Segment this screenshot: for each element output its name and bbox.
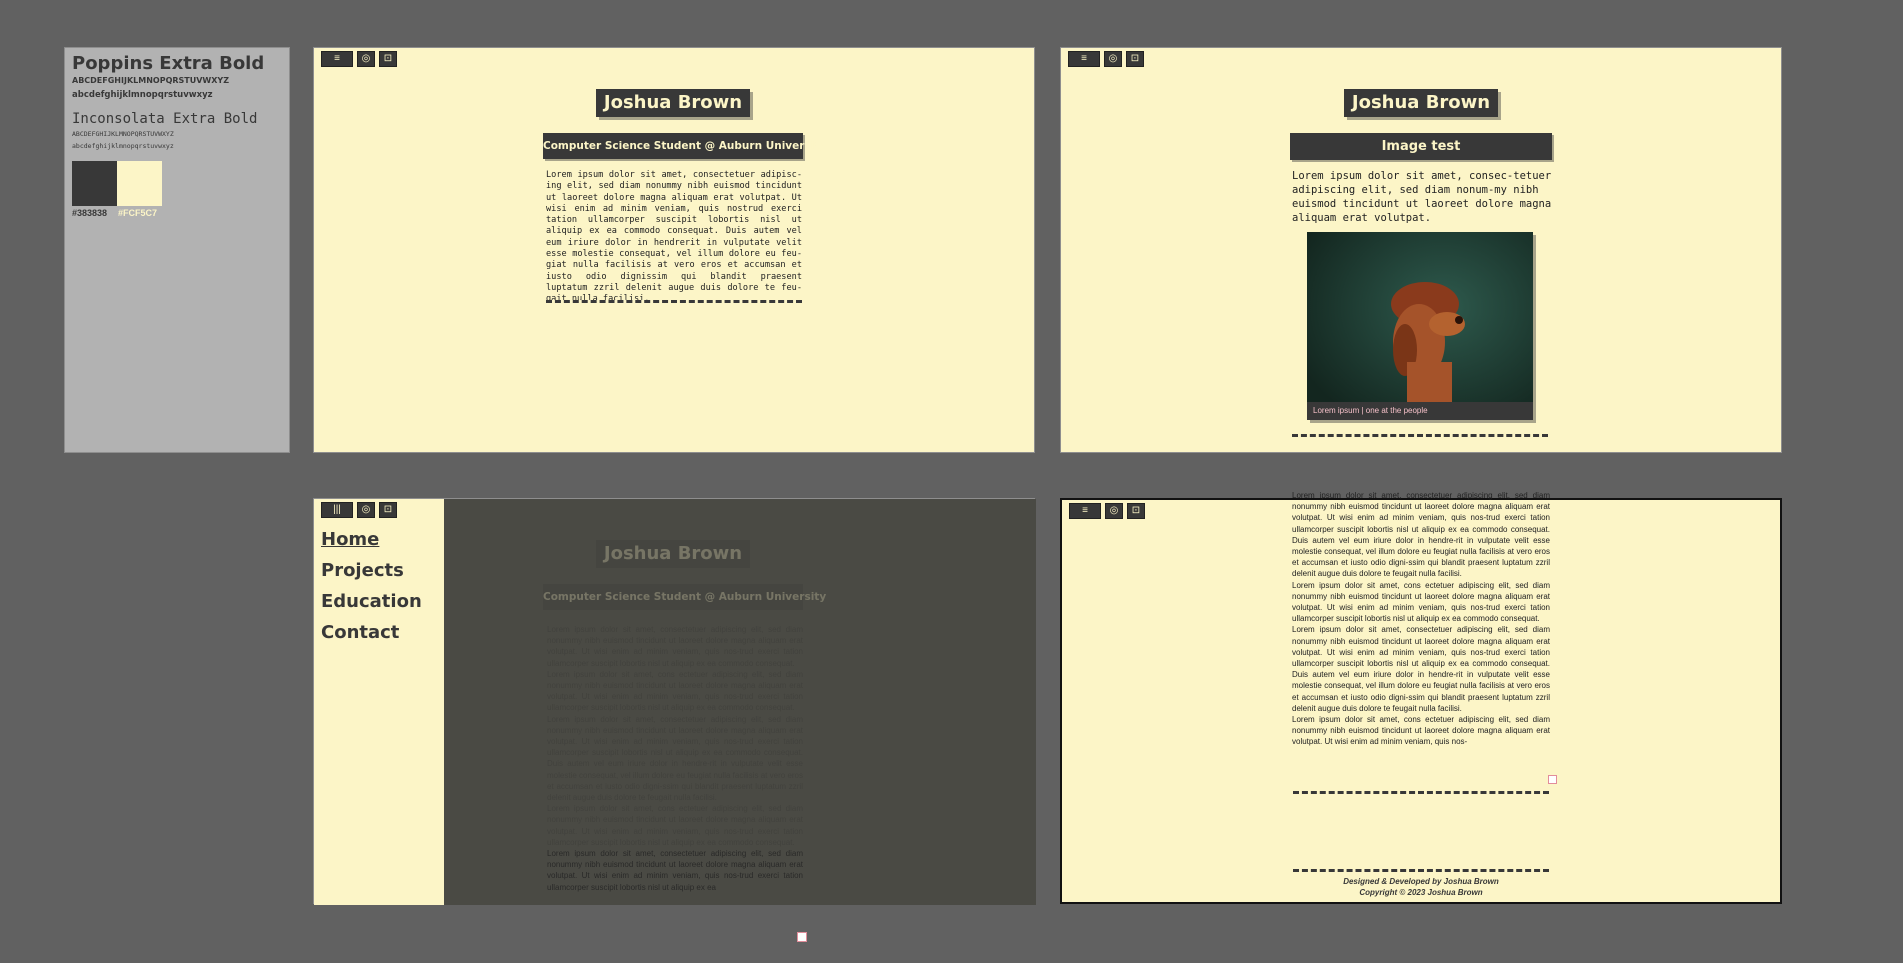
name-heading: Joshua Brown <box>596 89 750 117</box>
footer-copyright: Copyright © 2023 Joshua Brown <box>1359 888 1483 897</box>
body-text: Lorem ipsum dolor sit amet, consectetuer… <box>1292 490 1550 748</box>
overflow-text: Lorem ipsum dolor sit amet, consectetuer… <box>547 624 803 936</box>
target-icon[interactable]: ◎ <box>1104 51 1122 67</box>
subtitle-banner: Computer Science Student @ Auburn Univer… <box>543 133 826 159</box>
dog-image: Lorem ipsum | one at the people <box>1307 232 1533 420</box>
body-text: Lorem ipsum dolor sit amet, consectetuer… <box>546 170 802 300</box>
font2-name: Inconsolata Extra Bold <box>72 111 258 127</box>
menu-icon[interactable]: ≡ <box>321 51 353 67</box>
overflow-marker <box>1548 775 1557 784</box>
subtitle-banner: Computer Science Student @ Auburn Univer… <box>543 584 826 610</box>
para: Lorem ipsum dolor sit amet, cons ectetue… <box>1292 715 1550 747</box>
nav-drawer: ||| ◎ ⊡ Home Projects Education Contact <box>314 499 444 905</box>
color-label-cream: #FCF5C7 <box>118 208 158 218</box>
font1-upper: ABCDEFGHIJKLMNOPQRSTUVWXYZ <box>72 76 230 85</box>
font2-upper: ABCDEFGHIJKLMNOPQRSTUVWXYZ <box>72 130 174 138</box>
para: Lorem ipsum dolor sit amet, consectetuer… <box>1292 625 1550 713</box>
para: Lorem ipsum dolor sit amet, consectetuer… <box>547 714 803 803</box>
target-icon[interactable]: ◎ <box>357 502 375 518</box>
frame-image-test: ≡ ◎ ⊡ Joshua Brown Image test Lorem ipsu… <box>1060 47 1782 453</box>
color-label-dark: #383838 <box>72 208 108 218</box>
font2-lower: abcdefghijklmnopqrstuvwxyz <box>72 142 174 150</box>
menu-icon[interactable]: ≡ <box>1068 51 1100 67</box>
divider <box>546 300 802 303</box>
frame-home-desktop: ≡ ◎ ⊡ Joshua Brown Computer Science Stud… <box>313 47 1035 453</box>
font1-name: Poppins Extra Bold <box>72 53 265 74</box>
para-visible: Lorem ipsum dolor sit amet, consectetuer… <box>547 849 803 892</box>
frame-toolbar: ≡ ◎ ⊡ <box>1068 51 1144 67</box>
frame-toolbar: ≡ ◎ ⊡ <box>1069 503 1145 519</box>
target-icon[interactable]: ◎ <box>357 51 375 67</box>
name-heading: Joshua Brown <box>596 540 750 568</box>
download-icon[interactable]: ⊡ <box>379 51 397 67</box>
font1-lower: abcdefghijklmnopqrstuvwxyz <box>72 90 213 100</box>
divider <box>1292 434 1548 437</box>
para: Lorem ipsum dolor sit amet, cons ectetue… <box>547 669 803 713</box>
frame-menu-open: Joshua Brown Computer Science Student @ … <box>313 498 1036 942</box>
dog-illustration <box>1307 232 1533 420</box>
para: Lorem ipsum dolor sit amet, consectetuer… <box>547 625 803 668</box>
color-swatch-cream <box>117 161 162 206</box>
para: Lorem ipsum dolor sit amet, consectetuer… <box>1292 491 1550 579</box>
download-icon[interactable]: ⊡ <box>379 502 397 518</box>
frame-toolbar: ≡ ◎ ⊡ <box>321 51 397 67</box>
style-guide-panel: Poppins Extra Bold ABCDEFGHIJKLMNOPQRSTU… <box>64 47 290 453</box>
nav-item-education[interactable]: Education <box>321 591 422 612</box>
color-swatch-dark <box>72 161 117 206</box>
image-caption: Lorem ipsum | one at the people <box>1307 402 1533 420</box>
download-icon[interactable]: ⊡ <box>1127 503 1145 519</box>
footer-credit: Designed & Developed by Joshua Brown <box>1343 877 1499 886</box>
name-heading: Joshua Brown <box>1344 89 1498 117</box>
download-icon[interactable]: ⊡ <box>1126 51 1144 67</box>
nav-item-home[interactable]: Home <box>321 529 379 550</box>
divider <box>1293 791 1549 794</box>
frame-toolbar: ||| ◎ ⊡ <box>321 502 397 518</box>
para: Lorem ipsum dolor sit amet, cons ectetue… <box>1292 580 1550 624</box>
target-icon[interactable]: ◎ <box>1105 503 1123 519</box>
menu-icon[interactable]: ≡ <box>1069 503 1101 519</box>
frame-footer: ≡ ◎ ⊡ Lorem ipsum dolor sit amet, consec… <box>1060 491 1782 904</box>
overflow-marker <box>797 932 807 942</box>
footer-divider <box>1293 869 1549 872</box>
menu-close-icon[interactable]: ||| <box>321 502 353 518</box>
nav-item-projects[interactable]: Projects <box>321 560 404 581</box>
subtitle-banner: Image test <box>1290 133 1552 160</box>
nav-item-contact[interactable]: Contact <box>321 622 399 643</box>
para: Lorem ipsum dolor sit amet, cons ectetue… <box>547 804 803 847</box>
body-text: Lorem ipsum dolor sit amet, consec-tetue… <box>1292 170 1552 224</box>
